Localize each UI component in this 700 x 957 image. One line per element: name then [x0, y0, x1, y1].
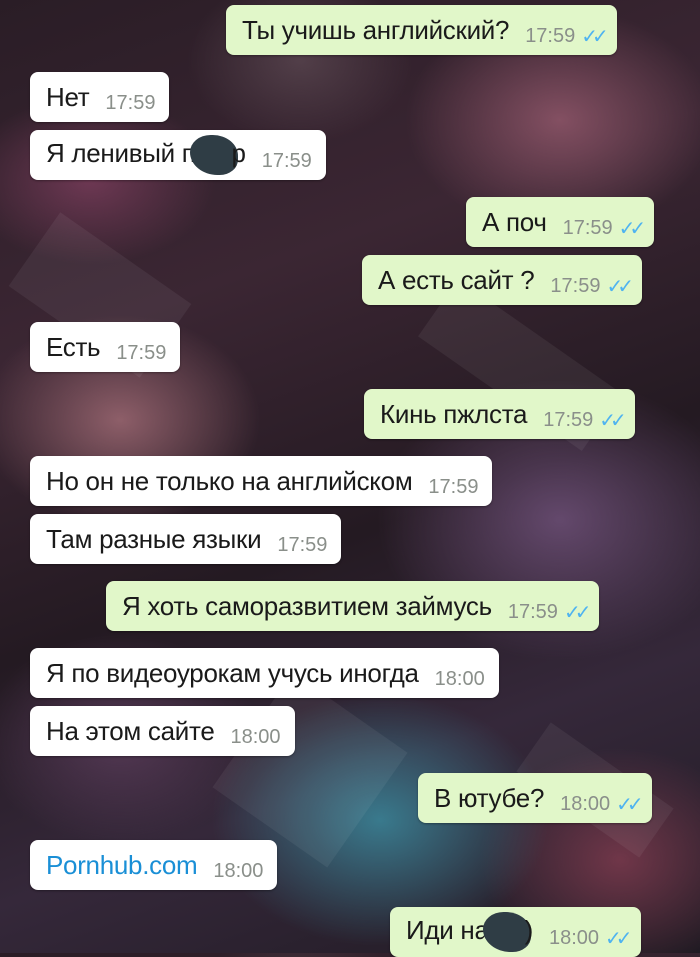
read-receipt-icon: ✓✓: [605, 927, 632, 950]
message-time: 17:59: [550, 274, 601, 297]
read-receipt-icon: ✓✓: [606, 275, 633, 298]
message-time: 18:00: [560, 792, 611, 815]
message-text-part: р: [231, 137, 246, 168]
outgoing-message[interactable]: В ютубе? 18:00 ✓✓: [418, 773, 652, 823]
read-receipt-icon: ✓✓: [581, 25, 608, 48]
message-time: 17:59: [428, 475, 479, 498]
read-receipt-icon: ✓✓: [618, 217, 646, 240]
message-text: Я хоть саморазвитием займусь: [122, 590, 492, 621]
message-text: На этом сайте: [46, 715, 215, 746]
message-time: 18:00: [434, 667, 485, 690]
outgoing-message[interactable]: А поч 17:59 ✓✓: [466, 197, 655, 247]
message-text: Есть: [46, 331, 101, 362]
message-time: 18:00: [230, 725, 281, 748]
message-time: 17:59: [105, 91, 156, 114]
incoming-message[interactable]: Я ленивый п р 17:59: [30, 130, 326, 180]
message-text: Я ленивый п р: [46, 135, 246, 175]
message-time: 17:59: [525, 24, 576, 47]
message-text: Ты учишь английский?: [242, 14, 510, 45]
message-link[interactable]: Pornhub.com: [46, 850, 198, 881]
message-time: 18:00: [213, 859, 264, 882]
redaction-mark: [189, 135, 238, 175]
message-time: 17:59: [277, 533, 328, 556]
message-text: Я по видеоурокам учусь иногда: [46, 657, 419, 688]
background-shard: [212, 672, 408, 868]
message-time: 17:59: [562, 216, 613, 239]
read-receipt-icon: ✓✓: [599, 409, 626, 432]
incoming-message[interactable]: Я по видеоурокам учусь иногда 18:00: [30, 648, 499, 698]
message-text: А есть сайт ?: [378, 264, 535, 295]
message-time: 17:59: [543, 408, 594, 431]
message-text: Но он не только на английском: [46, 465, 413, 496]
message-text: Иди на): [406, 912, 533, 952]
message-time: 17:59: [116, 341, 167, 364]
outgoing-message[interactable]: Я хоть саморазвитием займусь 17:59 ✓✓: [106, 581, 600, 631]
message-text: А поч: [482, 206, 547, 237]
incoming-message[interactable]: Pornhub.com 18:00: [30, 840, 278, 890]
message-text: Там разные языки: [46, 523, 262, 554]
outgoing-message[interactable]: А есть сайт ? 17:59 ✓✓: [362, 255, 642, 305]
message-text-part: ): [524, 914, 534, 945]
message-time: 18:00: [548, 926, 600, 949]
read-receipt-icon: ✓✓: [563, 601, 591, 624]
incoming-message[interactable]: Там разные языки 17:59: [30, 514, 342, 564]
read-receipt-icon: ✓✓: [616, 793, 643, 816]
outgoing-message[interactable]: Кинь пжлста 17:59 ✓✓: [364, 389, 635, 439]
message-text: Нет: [46, 81, 90, 112]
message-text: Кинь пжлста: [380, 398, 528, 429]
incoming-message[interactable]: На этом сайте 18:00: [30, 706, 295, 756]
message-time: 17:59: [261, 149, 312, 172]
message-text: В ютубе?: [434, 782, 545, 813]
incoming-message[interactable]: Но он не только на английском 17:59: [30, 456, 493, 506]
redaction-mark: [482, 912, 531, 952]
outgoing-message[interactable]: Иди на) 18:00 ✓✓: [390, 907, 641, 957]
message-text-part: Я ленивый п: [46, 137, 196, 168]
outgoing-message[interactable]: Ты учишь английский? 17:59 ✓✓: [226, 5, 617, 55]
incoming-message[interactable]: Нет 17:59: [30, 72, 170, 122]
incoming-message[interactable]: Есть 17:59: [30, 322, 181, 372]
message-text-part: Иди на: [406, 914, 489, 945]
message-time: 17:59: [507, 600, 558, 623]
